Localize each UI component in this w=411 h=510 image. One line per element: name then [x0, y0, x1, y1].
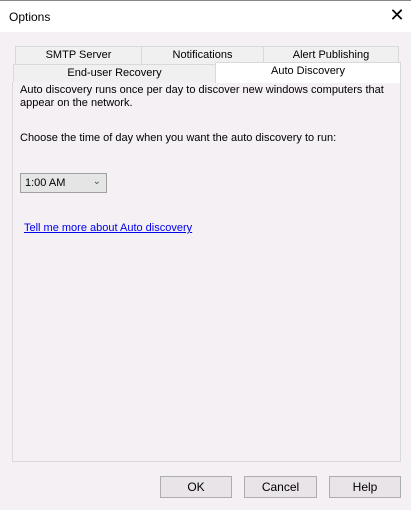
tab-smtp-server[interactable]: SMTP Server	[15, 46, 142, 64]
help-button[interactable]: Help	[329, 476, 401, 498]
tab-auto-discovery[interactable]: Auto Discovery	[215, 62, 401, 83]
close-icon[interactable]: ✕	[389, 5, 405, 25]
description-text: Auto discovery runs once per day to disc…	[20, 84, 384, 109]
title-bar: Options ✕	[0, 0, 411, 32]
auto-discovery-help-link[interactable]: Tell me more about Auto discovery	[24, 222, 192, 234]
tab-end-user-recovery[interactable]: End-user Recovery	[13, 64, 216, 82]
cancel-button[interactable]: Cancel	[244, 476, 317, 498]
ok-button[interactable]: OK	[160, 476, 232, 498]
auto-discovery-panel: Auto discovery runs once per day to disc…	[12, 82, 401, 462]
choose-time-label: Choose the time of day when you want the…	[20, 132, 337, 144]
chevron-down-icon: ⌄	[92, 176, 101, 187]
window-title: Options	[9, 10, 51, 24]
time-of-day-select[interactable]: 1:00 AM ⌄	[20, 173, 107, 193]
time-value: 1:00 AM	[25, 177, 66, 189]
